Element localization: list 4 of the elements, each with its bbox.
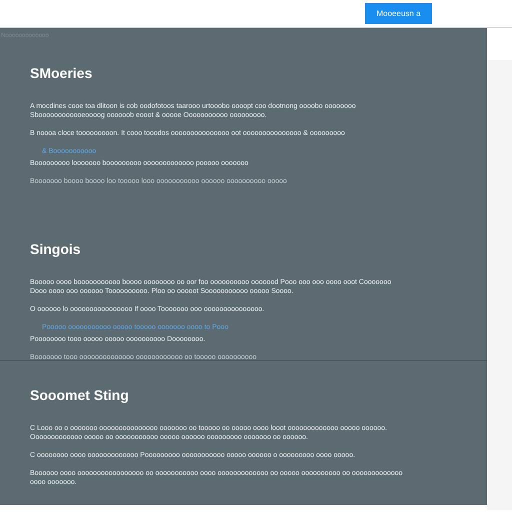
section-heading: Sooomet Sting — [30, 386, 129, 405]
header-button[interactable]: Mooeeusn a — [365, 3, 432, 24]
section-heading: SMoeries — [30, 64, 92, 83]
section-heading: Singois — [30, 240, 81, 259]
